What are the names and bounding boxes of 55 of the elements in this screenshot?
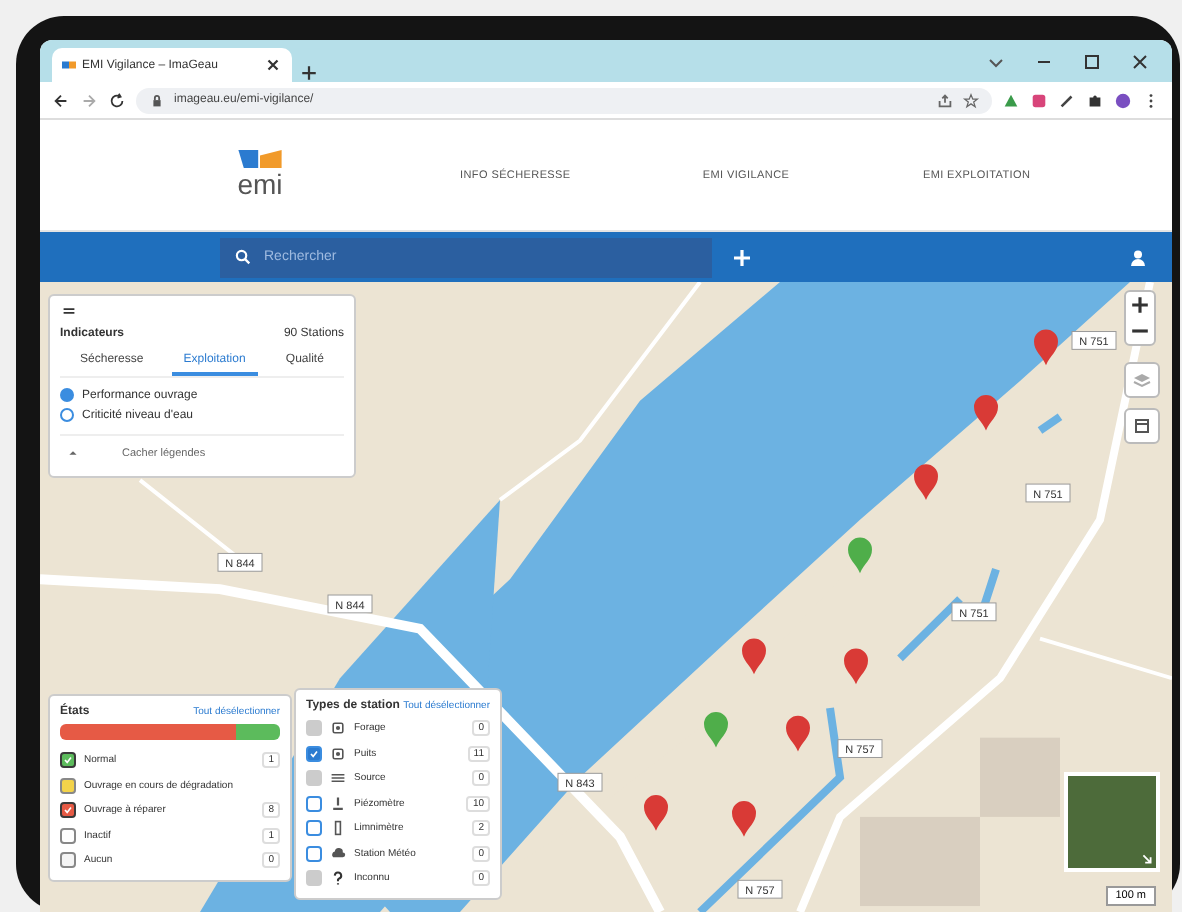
maximize-icon[interactable] [1082, 52, 1102, 72]
search-icon [234, 248, 252, 266]
map-marker[interactable] [742, 638, 766, 675]
back-arrow-icon[interactable] [52, 91, 70, 109]
favicon-icon [62, 58, 76, 72]
pen-icon[interactable] [1058, 91, 1076, 109]
satellite-minimap[interactable] [1064, 772, 1160, 872]
map-marker[interactable] [848, 537, 872, 574]
lock-icon [148, 91, 166, 109]
question-mark-icon [330, 870, 346, 887]
type-checkbox[interactable] [306, 795, 322, 812]
state-checkbox[interactable] [60, 777, 76, 794]
map-marker[interactable] [704, 711, 728, 748]
close-icon[interactable] [264, 56, 282, 74]
zoom-in-icon[interactable] [1126, 292, 1154, 318]
avatar-icon[interactable] [1114, 91, 1132, 109]
well-icon [330, 720, 346, 737]
map-marker[interactable] [914, 464, 938, 500]
cloud-icon [330, 845, 346, 862]
layers-button[interactable] [1124, 362, 1160, 398]
map-marker[interactable] [786, 715, 810, 752]
close-icon[interactable] [1130, 52, 1150, 72]
type-checkbox[interactable] [306, 845, 322, 862]
share-icon[interactable] [936, 91, 954, 109]
triangle-icon[interactable] [1002, 91, 1020, 109]
expand-icon[interactable] [1138, 850, 1156, 868]
calendar-button[interactable] [1124, 408, 1160, 444]
radio-button[interactable] [60, 408, 74, 422]
forward-arrow-icon[interactable] [80, 91, 98, 109]
star-icon[interactable] [962, 91, 980, 109]
calendar-icon [1132, 416, 1152, 436]
layers-icon [1132, 370, 1152, 390]
map-marker[interactable] [644, 795, 668, 831]
user-icon[interactable] [1128, 247, 1148, 267]
new-tab-icon[interactable] [300, 64, 318, 82]
logo-text: emi [237, 168, 283, 200]
reload-icon[interactable] [108, 91, 126, 109]
state-checkbox[interactable] [60, 827, 76, 844]
map-marker[interactable] [974, 394, 998, 431]
state-checkbox[interactable] [60, 752, 76, 769]
state-checkbox[interactable] [60, 852, 76, 869]
map-marker[interactable] [1034, 329, 1058, 366]
ruler-icon [330, 820, 346, 837]
map-marker[interactable] [732, 801, 756, 837]
waves-icon [330, 770, 346, 787]
type-checkbox[interactable] [306, 820, 322, 837]
logo-icon [238, 150, 282, 168]
state-checkbox[interactable] [60, 802, 76, 819]
add-icon[interactable] [732, 247, 752, 267]
type-checkbox[interactable] [306, 745, 322, 762]
radio-button[interactable] [60, 388, 74, 402]
map-marker[interactable] [844, 648, 868, 685]
well-icon [330, 745, 346, 762]
collapse-icon[interactable] [60, 302, 78, 320]
square-icon[interactable] [1030, 91, 1048, 109]
